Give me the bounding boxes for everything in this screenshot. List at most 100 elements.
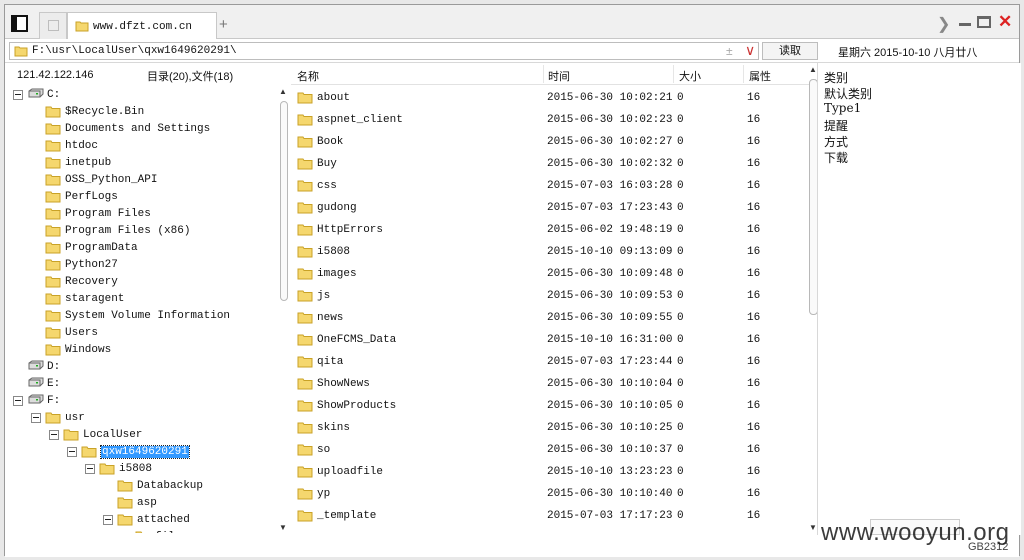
tree-item[interactable]: System Volume Information <box>5 308 275 325</box>
tree-item[interactable]: file <box>5 529 275 533</box>
new-tab-button[interactable]: + <box>219 16 228 33</box>
file-row[interactable]: about 2015-06-30 10:02:21 0 16 <box>291 87 807 109</box>
scroll-thumb[interactable] <box>280 101 288 301</box>
plus-minus-icon[interactable]: ± <box>726 44 733 58</box>
minus-box-icon[interactable] <box>49 430 59 440</box>
tree-item[interactable]: Recovery <box>5 274 275 291</box>
minus-box-icon[interactable] <box>13 90 23 100</box>
tree-item[interactable]: C: <box>5 87 275 104</box>
folder-icon <box>45 173 61 189</box>
column-name-header[interactable]: 名称 <box>297 68 319 84</box>
column-size-header[interactable]: 大小 <box>679 68 701 84</box>
column-time-header[interactable]: 时间 <box>548 68 570 84</box>
file-row[interactable]: so 2015-06-30 10:10:37 0 16 <box>291 439 807 461</box>
file-row[interactable]: qita 2015-07-03 17:23:44 0 16 <box>291 351 807 373</box>
tree-scrollbar[interactable]: ▲ ▼ <box>277 87 291 535</box>
triangle-up-icon[interactable]: ▲ <box>279 87 287 96</box>
dropdown-chevron-icon[interactable]: ∨ <box>745 42 755 59</box>
file-name: yp <box>317 488 331 500</box>
tree-item[interactable]: i5808 <box>5 461 275 478</box>
file-row[interactable]: _template 2015-07-03 17:17:23 0 16 <box>291 505 807 527</box>
tree-item[interactable]: asp <box>5 495 275 512</box>
file-row[interactable]: js 2015-06-30 10:09:53 0 16 <box>291 285 807 307</box>
folder-icon <box>45 326 61 342</box>
minus-box-icon[interactable] <box>31 413 41 423</box>
tab-active[interactable]: www.dfzt.com.cn <box>67 12 217 40</box>
file-row[interactable]: css 2015-07-03 16:03:28 0 16 <box>291 175 807 197</box>
tree-item[interactable]: htdoc <box>5 138 275 155</box>
tree-item[interactable]: Users <box>5 325 275 342</box>
file-name: qita <box>317 356 344 368</box>
tree-item[interactable]: Documents and Settings <box>5 121 275 138</box>
tree-item[interactable]: Program Files (x86) <box>5 223 275 240</box>
minus-box-icon[interactable] <box>85 464 95 474</box>
folder-icon <box>297 289 313 305</box>
tree-item[interactable]: Python27 <box>5 257 275 274</box>
tree-item[interactable]: OSS_Python_API <box>5 172 275 189</box>
column-divider[interactable] <box>673 65 674 83</box>
tree-item[interactable]: Program Files <box>5 206 275 223</box>
file-row[interactable]: OneFCMS_Data 2015-10-10 16:31:00 0 16 <box>291 329 807 351</box>
column-attr-header[interactable]: 属性 <box>749 68 771 84</box>
tree-item-label: E: <box>47 378 61 390</box>
maximize-icon[interactable] <box>977 16 991 28</box>
triangle-down-icon[interactable]: ▼ <box>279 523 287 532</box>
file-row[interactable]: yp 2015-06-30 10:10:40 0 16 <box>291 483 807 505</box>
tree-item[interactable]: qxw1649620291 <box>5 444 275 461</box>
column-divider[interactable] <box>543 65 544 83</box>
folder-icon <box>45 156 61 172</box>
tree-item[interactable]: usr <box>5 410 275 427</box>
tree-item[interactable]: PerfLogs <box>5 189 275 206</box>
tree-item[interactable]: $Recycle.Bin <box>5 104 275 121</box>
tree-item-label: qxw1649620291 <box>100 445 190 459</box>
chevron-right-icon[interactable]: ❯ <box>937 14 950 34</box>
tree-item[interactable]: E: <box>5 376 275 393</box>
folder-icon <box>297 267 313 283</box>
file-size: 0 <box>677 290 684 302</box>
tree-item[interactable]: ProgramData <box>5 240 275 257</box>
file-row[interactable]: images 2015-06-30 10:09:48 0 16 <box>291 263 807 285</box>
file-time: 2015-10-10 16:31:00 <box>547 334 673 346</box>
column-divider[interactable] <box>743 65 744 83</box>
tree-item[interactable]: attached <box>5 512 275 529</box>
file-time: 2015-06-30 10:02:21 <box>547 92 673 104</box>
file-row[interactable]: i5808 2015-10-10 09:13:09 0 16 <box>291 241 807 263</box>
minus-box-icon[interactable] <box>13 396 23 406</box>
read-button[interactable]: 读取 <box>762 42 818 60</box>
minus-box-icon[interactable] <box>103 515 113 525</box>
file-row[interactable]: aspnet_client 2015-06-30 10:02:23 0 16 <box>291 109 807 131</box>
tree-item-label: Databackup <box>137 480 204 492</box>
close-icon[interactable]: ✕ <box>998 13 1012 30</box>
tree-item-label: Program Files <box>65 208 151 220</box>
tree-item[interactable]: inetpub <box>5 155 275 172</box>
blank-tab[interactable] <box>39 12 67 39</box>
minimize-icon[interactable] <box>958 12 972 28</box>
info-line: 方式 <box>824 135 849 149</box>
tree-item-label: Users <box>65 327 99 339</box>
sidebar-toggle-icon[interactable] <box>11 15 28 32</box>
file-row[interactable]: gudong 2015-07-03 17:23:43 0 16 <box>291 197 807 219</box>
triangle-down-icon[interactable]: ▼ <box>809 523 817 532</box>
file-row[interactable]: ShowNews 2015-06-30 10:10:04 0 16 <box>291 373 807 395</box>
file-row[interactable]: HttpErrors 2015-06-02 19:48:19 0 16 <box>291 219 807 241</box>
file-row[interactable]: uploadfile 2015-10-10 13:23:23 0 16 <box>291 461 807 483</box>
tree-item[interactable]: Windows <box>5 342 275 359</box>
file-row[interactable]: skins 2015-06-30 10:10:25 0 16 <box>291 417 807 439</box>
file-row[interactable]: Book 2015-06-30 10:02:27 0 16 <box>291 131 807 153</box>
tree-item-label: usr <box>65 412 85 424</box>
tree-header: 121.42.122.146 目录(20),文件(18) <box>5 63 291 85</box>
tree-item[interactable]: Databackup <box>5 478 275 495</box>
tree-item-label: attached <box>137 514 190 526</box>
path-input[interactable]: F:\usr\LocalUser\qxw1649620291\ ± ∨ <box>9 42 759 60</box>
file-time: 2015-06-30 10:09:53 <box>547 290 673 302</box>
file-attr: 16 <box>747 400 761 412</box>
triangle-up-icon[interactable]: ▲ <box>809 65 817 74</box>
tree-item[interactable]: D: <box>5 359 275 376</box>
tree-item[interactable]: F: <box>5 393 275 410</box>
file-row[interactable]: ShowProducts 2015-06-30 10:10:05 0 16 <box>291 395 807 417</box>
file-row[interactable]: news 2015-06-30 10:09:55 0 16 <box>291 307 807 329</box>
minus-box-icon[interactable] <box>67 447 77 457</box>
tree-item[interactable]: staragent <box>5 291 275 308</box>
file-row[interactable]: Buy 2015-06-30 10:02:32 0 16 <box>291 153 807 175</box>
tree-item[interactable]: LocalUser <box>5 427 275 444</box>
